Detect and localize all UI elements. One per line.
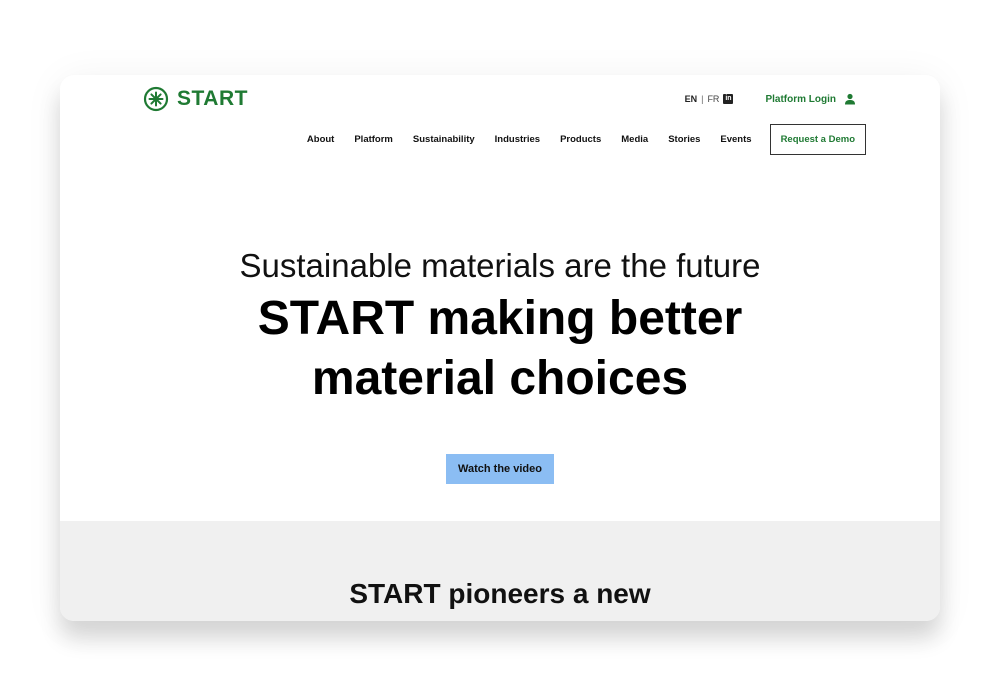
user-icon (845, 93, 855, 105)
hero-headline-line1: START making better (257, 292, 743, 345)
platform-login-link[interactable]: Platform Login (765, 93, 856, 105)
watch-video-button[interactable]: Watch the video (446, 454, 554, 484)
asterisk-circle-icon (143, 86, 169, 112)
language-switcher: EN | FR in (685, 94, 734, 104)
hero-headline: START making better material choices (60, 289, 940, 409)
brand-name: START (177, 87, 248, 110)
main-nav: About Platform Sustainability Industries… (307, 124, 866, 155)
pioneers-section: START pioneers a new (60, 521, 940, 621)
brand-logo[interactable]: START (143, 86, 248, 112)
linkedin-icon[interactable]: in (723, 94, 734, 104)
hero-headline-line2: material choices (311, 352, 689, 405)
hero-section: Sustainable materials are the future STA… (60, 247, 940, 409)
browser-page-card: START EN | FR in Platform Login About Pl… (60, 75, 940, 621)
nav-item-sustainability[interactable]: Sustainability (413, 134, 475, 145)
lang-separator: | (701, 94, 704, 104)
nav-item-industries[interactable]: Industries (495, 134, 540, 145)
nav-item-about[interactable]: About (307, 134, 334, 145)
nav-item-media[interactable]: Media (621, 134, 648, 145)
lang-fr-link[interactable]: FR (707, 94, 719, 104)
platform-login-label: Platform Login (765, 93, 836, 105)
request-demo-button[interactable]: Request a Demo (769, 124, 866, 155)
nav-item-events[interactable]: Events (720, 134, 751, 145)
hero-kicker: Sustainable materials are the future (239, 247, 761, 284)
section-title: START pioneers a new (349, 578, 651, 609)
lang-en-link[interactable]: EN (685, 94, 698, 104)
nav-item-platform[interactable]: Platform (354, 134, 393, 145)
nav-item-stories[interactable]: Stories (668, 134, 700, 145)
nav-item-products[interactable]: Products (560, 134, 601, 145)
top-utility-bar: EN | FR in Platform Login (685, 93, 856, 105)
